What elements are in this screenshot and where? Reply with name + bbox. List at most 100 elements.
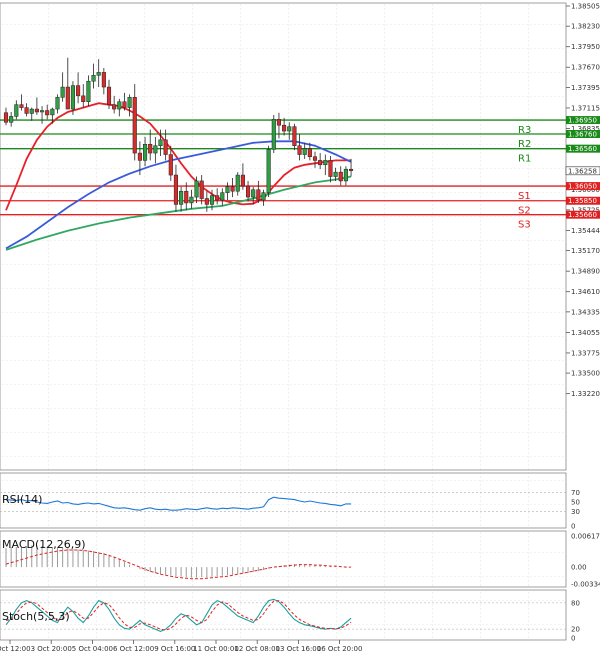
- candle-body: [230, 186, 235, 192]
- stoch-tick-label: 20: [571, 626, 580, 634]
- price-tick-label: 1.35170: [571, 247, 600, 255]
- level-label-s3: S3: [518, 220, 531, 231]
- candle-body: [194, 180, 199, 198]
- candle-body: [343, 168, 348, 182]
- candle-body: [276, 119, 281, 126]
- candle-body: [117, 101, 122, 110]
- candle-body: [220, 192, 225, 201]
- candle-body: [55, 97, 60, 110]
- stoch-panel: [0, 589, 567, 641]
- candle-body: [34, 108, 39, 113]
- candle-body: [204, 198, 209, 205]
- price-tick-label: 1.33775: [571, 349, 600, 357]
- candle-body: [65, 86, 70, 110]
- candle-body: [338, 171, 343, 182]
- time-axis: 2 Oct 12:003 Oct 20:005 Oct 04:006 Oct 1…: [0, 640, 362, 653]
- candle-body: [19, 104, 24, 108]
- rsi-panel: [0, 472, 567, 529]
- candle-body: [199, 180, 204, 199]
- candle-body: [132, 97, 137, 154]
- candle-body: [101, 72, 106, 88]
- candle-body: [14, 104, 19, 117]
- candle-body: [240, 174, 245, 187]
- price-tick-label: 1.37115: [571, 104, 600, 112]
- level-tag-value: 1.35660: [568, 211, 597, 219]
- candle-body: [318, 160, 323, 166]
- rsi-tick-label: 0: [571, 523, 575, 531]
- rsi-label: RSI(14): [2, 493, 42, 506]
- candle-body: [261, 192, 266, 201]
- level-tag-value: 1.35850: [568, 197, 597, 205]
- time-tick-label: 16 Oct 20:00: [317, 645, 363, 653]
- candle-body: [349, 168, 354, 171]
- price-tick-label: 1.37670: [571, 64, 600, 72]
- candle-body: [86, 80, 91, 102]
- candle-body: [179, 190, 184, 205]
- stoch-tick-label: 0: [571, 635, 575, 643]
- stoch-tick-label: 80: [571, 599, 580, 607]
- candle: [266, 145, 271, 198]
- candle-body: [163, 139, 168, 155]
- candle-body: [91, 75, 96, 82]
- candle-body: [106, 86, 112, 105]
- forex-chart: 1.38505 1.38230 1.37950 1.37670 1.37395 1.371…: [0, 3, 600, 653]
- candle-body: [127, 97, 132, 108]
- time-tick-label: 12 Oct 08:00: [234, 645, 280, 653]
- candle-body: [45, 110, 50, 116]
- time-tick-label: 5 Oct 04:00: [72, 645, 113, 653]
- candle-body: [158, 139, 163, 146]
- level-tag-value: 1.36050: [568, 183, 597, 191]
- candle-body: [282, 124, 287, 132]
- rsi-tick-label: 70: [571, 489, 580, 497]
- candle-body: [184, 190, 189, 204]
- candle-body: [225, 186, 230, 193]
- candle-body: [168, 154, 173, 176]
- candle-body: [96, 72, 101, 76]
- candle-body: [292, 126, 297, 146]
- candle-body: [122, 101, 127, 108]
- time-tick-label: 13 Oct 16:00: [276, 645, 322, 653]
- candle-body: [297, 145, 302, 155]
- candle-body: [209, 195, 215, 205]
- time-tick-label: 6 Oct 12:00: [113, 645, 154, 653]
- candle-body: [215, 195, 220, 201]
- stoch-label: Stoch(5,5,3): [2, 610, 70, 623]
- price-tick-label: 1.38230: [571, 23, 600, 31]
- price-tick-label: 1.35444: [571, 227, 600, 235]
- candle-body: [24, 107, 29, 114]
- macd-tick-label: -0.003346: [571, 581, 600, 589]
- time-tick-label: 3 Oct 20:00: [31, 645, 72, 653]
- price-tick-label: 1.34335: [571, 308, 600, 316]
- candle-body: [312, 156, 318, 161]
- candle-body: [9, 116, 14, 123]
- candle-body: [302, 148, 307, 155]
- time-tick-label: 2 Oct 12:00: [0, 645, 31, 653]
- candle-body: [333, 171, 338, 177]
- time-tick-label: 9 Oct 16:00: [154, 645, 195, 653]
- price-tick-label: 1.34610: [571, 288, 600, 296]
- macd-tick-label: 0.00: [571, 564, 587, 572]
- candle-body: [70, 85, 76, 110]
- current-price: 1.36258: [565, 166, 600, 175]
- price-tick-label: 1.37395: [571, 84, 600, 92]
- candle-body: [148, 144, 153, 154]
- macd-tick-label: 0.006177: [571, 533, 600, 541]
- current-price-value: 1.36258: [568, 167, 597, 175]
- candle-body: [189, 196, 194, 204]
- candle-body: [307, 148, 312, 157]
- price-tick-label: 1.33220: [571, 390, 600, 398]
- candle-body: [50, 108, 55, 116]
- candle-body: [137, 152, 142, 161]
- candle-body: [112, 104, 117, 110]
- candle-body: [153, 145, 158, 154]
- rsi-tick-label: 50: [571, 499, 580, 507]
- candle-body: [235, 174, 240, 192]
- candle-body: [328, 160, 333, 177]
- price-tick-label: 1.37950: [571, 43, 600, 51]
- candle-body: [246, 185, 251, 198]
- candle: [271, 114, 276, 154]
- price-tick-label: 1.38505: [571, 3, 600, 11]
- candle-body: [76, 85, 81, 97]
- candle-body: [40, 110, 45, 113]
- rsi-tick-label: 30: [571, 508, 580, 516]
